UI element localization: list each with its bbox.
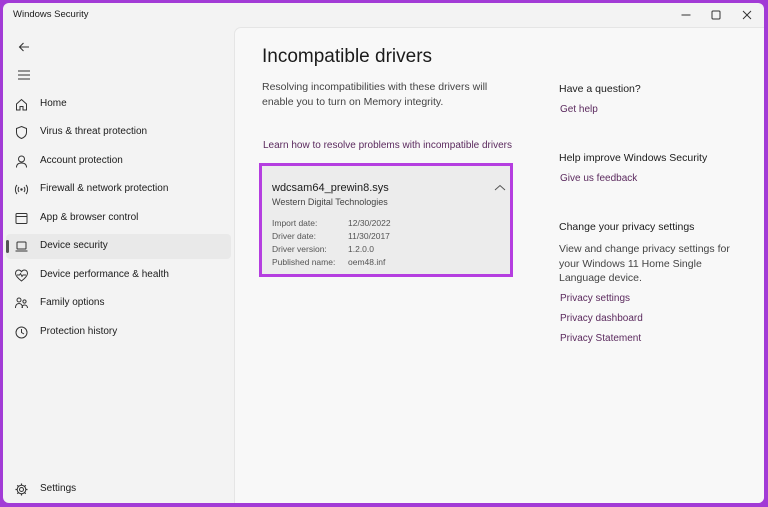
sidebar-item-label: Virus & threat protection — [40, 126, 148, 137]
sidebar-item-account-protection[interactable]: Account protection — [6, 149, 231, 174]
driver-name: wdcsam64_prewin8.sys — [272, 182, 389, 194]
family-icon — [14, 296, 29, 311]
improve-heading: Help improve Windows Security — [559, 152, 708, 164]
sidebar-item-virus-threat-protection[interactable]: Virus & threat protection — [6, 120, 231, 145]
sidebar-item-label: Device security — [40, 240, 108, 251]
sidebar-item-label: Home — [40, 98, 67, 109]
windows-security-window: Windows Security Home Virus & threat pro… — [3, 3, 764, 503]
gear-icon — [14, 482, 29, 497]
sidebar-item-settings[interactable]: Settings — [6, 477, 231, 502]
detail-label: Published name: — [272, 257, 336, 267]
driver-card[interactable]: wdcsam64_prewin8.sys Western Digital Tec… — [259, 163, 513, 277]
person-icon — [14, 154, 29, 169]
back-button[interactable] — [11, 36, 37, 58]
title-bar: Windows Security — [3, 3, 764, 27]
sidebar-item-label: Protection history — [40, 326, 118, 337]
sidebar-item-label: App & browser control — [40, 212, 139, 223]
detail-value: 1.2.0.0 — [348, 244, 374, 254]
feedback-link[interactable]: Give us feedback — [560, 173, 637, 184]
sidebar-item-family-options[interactable]: Family options — [6, 291, 231, 316]
history-icon — [14, 325, 29, 340]
maximize-button[interactable] — [700, 3, 732, 27]
sidebar-item-label: Family options — [40, 297, 105, 308]
sidebar-item-device-security[interactable]: Device security — [6, 234, 231, 259]
question-heading: Have a question? — [559, 83, 641, 95]
privacy-statement-link[interactable]: Privacy Statement — [560, 333, 641, 344]
back-arrow-icon — [18, 42, 29, 52]
laptop-icon — [14, 239, 29, 254]
home-icon — [14, 97, 29, 112]
sidebar-item-label: Account protection — [40, 155, 123, 166]
sidebar-item-device-performance-health[interactable]: Device performance & health — [6, 263, 231, 288]
menu-button[interactable] — [11, 64, 37, 86]
detail-value: 12/30/2022 — [348, 218, 391, 228]
privacy-heading: Change your privacy settings — [559, 221, 695, 233]
shield-icon — [14, 125, 29, 140]
detail-label: Driver version: — [272, 244, 327, 254]
page-title: Incompatible drivers — [262, 46, 433, 67]
main-content: Incompatible drivers Resolving incompati… — [234, 27, 764, 503]
close-icon — [742, 10, 752, 20]
detail-label: Import date: — [272, 218, 318, 228]
maximize-icon — [711, 10, 721, 20]
sidebar-item-app-browser-control[interactable]: App & browser control — [6, 206, 231, 231]
sidebar-item-label: Device performance & health — [40, 269, 169, 280]
privacy-dashboard-link[interactable]: Privacy dashboard — [560, 313, 643, 324]
sidebar-item-label: Firewall & network protection — [40, 183, 169, 194]
wireless-icon — [14, 182, 29, 197]
close-button[interactable] — [731, 3, 763, 27]
sidebar-item-home[interactable]: Home — [6, 92, 231, 117]
page-description: Resolving incompatibilities with these d… — [262, 81, 488, 108]
sidebar-item-protection-history[interactable]: Protection history — [6, 320, 231, 345]
detail-label: Driver date: — [272, 231, 316, 241]
settings-label: Settings — [40, 483, 77, 494]
get-help-link[interactable]: Get help — [560, 104, 598, 115]
privacy-settings-link[interactable]: Privacy settings — [560, 293, 630, 304]
learn-resolve-link[interactable]: Learn how to resolve problems with incom… — [263, 140, 512, 151]
chevron-up-icon[interactable] — [494, 183, 506, 193]
app-title: Windows Security — [13, 9, 89, 20]
minimize-icon — [681, 14, 691, 16]
app-window-icon — [14, 211, 29, 226]
active-indicator — [6, 240, 9, 253]
driver-vendor: Western Digital Technologies — [272, 197, 388, 207]
minimize-button[interactable] — [670, 3, 702, 27]
detail-value: 11/30/2017 — [348, 231, 390, 241]
privacy-description: View and change privacy settings for you… — [559, 243, 730, 284]
sidebar: Home Virus & threat protection Account p… — [3, 27, 234, 503]
detail-value: oem48.inf — [348, 257, 386, 267]
sidebar-item-firewall-network-protection[interactable]: Firewall & network protection — [6, 177, 231, 202]
heart-pulse-icon — [14, 268, 29, 283]
hamburger-menu-icon — [18, 70, 30, 80]
